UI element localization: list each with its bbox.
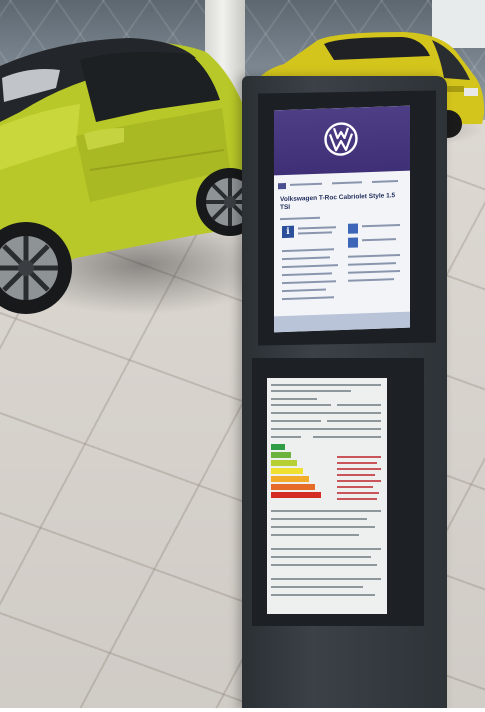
text-line: [271, 428, 381, 430]
text-line: [362, 223, 400, 228]
text-line: [271, 404, 331, 406]
efficiency-bar: [271, 468, 303, 474]
text-line: [348, 269, 400, 274]
bottom-border: [0, 708, 485, 712]
warning-line: [337, 486, 373, 488]
text-line: [271, 420, 321, 422]
text-line: [298, 226, 336, 230]
text-line: [271, 586, 363, 588]
text-line: [282, 280, 336, 285]
text-line: [282, 296, 334, 301]
efficiency-bar: [271, 444, 285, 450]
text-line: [271, 390, 351, 392]
efficiency-bar: [271, 452, 291, 458]
warning-line: [337, 498, 377, 500]
text-line: [282, 288, 326, 293]
efficiency-bar: [271, 484, 315, 490]
text-line: [362, 238, 396, 242]
warning-line: [337, 474, 375, 476]
warning-line: [337, 492, 379, 494]
text-line: [327, 420, 381, 422]
warning-line: [337, 462, 377, 464]
feature-tile: [348, 237, 358, 248]
text-line: [271, 412, 381, 414]
text-line: [313, 436, 381, 438]
vw-logo-icon: [324, 122, 358, 156]
text-line: [271, 518, 367, 520]
front-car: [0, 38, 264, 314]
car-title: Volkswagen T-Roc Cabriolet Style 1.5 TSI: [280, 192, 396, 211]
text-line: [337, 404, 381, 406]
warning-line: [337, 456, 381, 458]
warning-line: [337, 480, 381, 482]
info-icon: i: [282, 225, 294, 239]
text-line: [271, 556, 371, 558]
text-line: [271, 594, 375, 596]
text-line: [271, 436, 301, 438]
text-line: [348, 278, 394, 282]
kiosk-lower-screen: [267, 378, 387, 614]
efficiency-bar: [271, 476, 309, 482]
text-line: [282, 264, 338, 269]
efficiency-bar: [271, 460, 297, 466]
text-line: [271, 534, 359, 536]
text-line: [348, 262, 396, 266]
text-line: [271, 398, 317, 400]
text-line: [271, 578, 381, 580]
text-line: [271, 548, 381, 550]
showroom-scene: Volkswagen T-Roc Cabriolet Style 1.5 TSI…: [0, 0, 485, 712]
kiosk-upper-screen[interactable]: Volkswagen T-Roc Cabriolet Style 1.5 TSI…: [274, 105, 410, 333]
text-line: [271, 510, 381, 512]
text-line: [282, 256, 330, 261]
efficiency-bar: [271, 492, 321, 498]
text-line: [271, 384, 381, 386]
text-line: [282, 248, 334, 253]
subtitle-line: [280, 216, 320, 221]
screen-subheader: [278, 176, 406, 190]
text-line: [282, 272, 332, 277]
feature-tile: [348, 223, 358, 234]
text-line: [298, 231, 332, 235]
text-line: [348, 253, 400, 258]
warning-line: [337, 468, 381, 470]
text-line: [271, 526, 375, 528]
text-line: [271, 564, 377, 566]
